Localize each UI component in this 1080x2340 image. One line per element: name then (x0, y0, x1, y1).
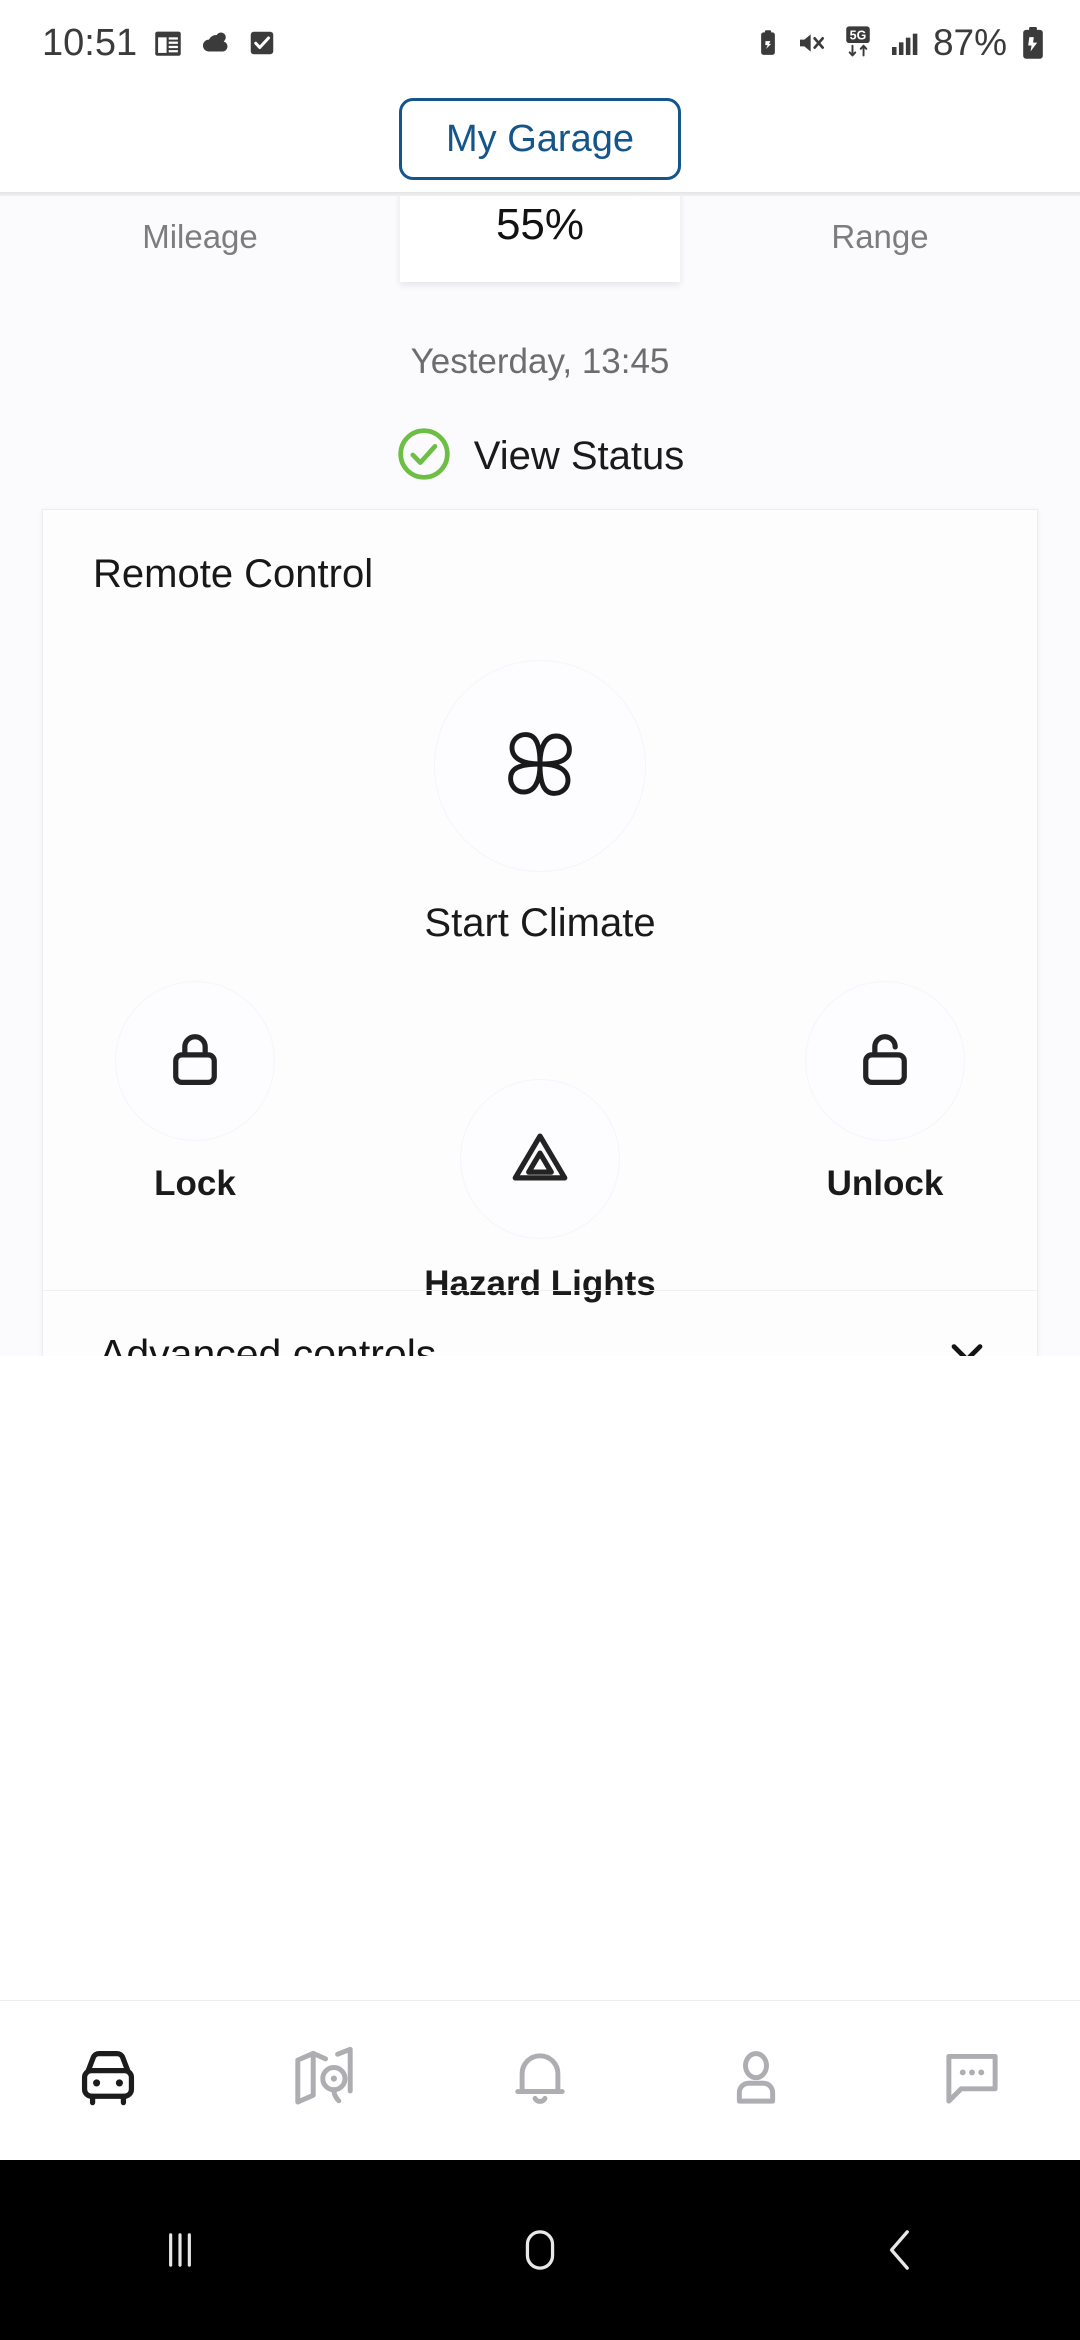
status-bar-left: 10:51 (42, 22, 277, 65)
5g-icon: 5G (841, 25, 875, 61)
chat-bubble-icon (935, 2041, 1009, 2120)
hazard-lights-button[interactable]: Hazard Lights (390, 1080, 690, 1304)
weather-cloud-icon (199, 26, 233, 60)
last-updated-timestamp: Yesterday, 13:45 (410, 342, 670, 381)
stat-battery-card[interactable]: 55% (400, 196, 680, 282)
bottom-navigation (0, 2000, 1080, 2160)
remote-actions-row: Lock Hazard Lights Unlock (43, 982, 1037, 1312)
advanced-controls-row[interactable]: Advanced controls (43, 1290, 1037, 1356)
fan-icon (484, 708, 596, 825)
checkbox-icon (247, 28, 277, 58)
vehicle-stats-row: Mileage 55% Range (0, 196, 1080, 302)
battery-percent-label: 87% (932, 22, 1007, 63)
start-climate-label: Start Climate (424, 901, 656, 945)
view-status-label: View Status (473, 434, 685, 478)
lock-button[interactable]: Lock (65, 982, 325, 1204)
lock-open-icon (852, 1026, 918, 1097)
nav-item-notifications[interactable] (432, 2041, 648, 2120)
hazard-triangle-icon (507, 1124, 573, 1195)
status-bar-clock: 10:51 (42, 21, 138, 64)
battery-percent-value: 55% (495, 200, 585, 249)
lock-label: Lock (154, 1164, 236, 1203)
remote-control-title: Remote Control (93, 552, 374, 596)
unlock-circle (806, 982, 964, 1140)
charging-battery-icon (1020, 26, 1046, 60)
unlock-label: Unlock (826, 1164, 944, 1203)
my-garage-button[interactable]: My Garage (399, 98, 681, 180)
bell-icon (503, 2041, 577, 2120)
check-circle-icon (396, 426, 452, 487)
calendar-icon (151, 26, 185, 60)
map-pin-icon (287, 2041, 361, 2120)
chevron-down-icon[interactable] (941, 1326, 993, 1356)
main-content: Mileage 55% Range Yesterday, 13:45 View … (0, 196, 1080, 1356)
stat-range-label[interactable]: Range (680, 218, 1080, 256)
lock-closed-icon (162, 1026, 228, 1097)
status-bar: 10:51 5G 87% (0, 0, 1080, 86)
status-bar-right: 5G 87% (753, 22, 1046, 64)
nav-item-vehicle[interactable] (0, 2041, 216, 2120)
recents-button[interactable] (0, 2222, 360, 2278)
mute-icon (796, 27, 828, 59)
svg-text:5G: 5G (850, 29, 867, 43)
start-climate-button[interactable]: Start Climate (43, 661, 1037, 946)
lock-circle (116, 982, 274, 1140)
view-status-row[interactable]: View Status (0, 426, 1080, 487)
stat-mileage-label[interactable]: Mileage (0, 218, 400, 256)
advanced-controls-label: Advanced controls (99, 1331, 437, 1356)
car-icon (71, 2041, 145, 2120)
remote-control-card: Remote Control Start Climate Lock Hazard… (42, 509, 1038, 1356)
back-button[interactable] (720, 2221, 1080, 2279)
android-navigation-bar (0, 2160, 1080, 2340)
unlock-button[interactable]: Unlock (755, 982, 1015, 1204)
home-button[interactable] (360, 2221, 720, 2279)
nav-item-profile[interactable] (648, 2041, 864, 2120)
start-climate-circle (435, 661, 645, 871)
person-icon (719, 2041, 793, 2120)
battery-saver-icon (753, 28, 783, 58)
nav-item-map[interactable] (216, 2041, 432, 2120)
hazard-circle (461, 1080, 619, 1238)
signal-bars-icon (888, 27, 920, 59)
app-header: My Garage (0, 86, 1080, 192)
nav-item-messages[interactable] (864, 2041, 1080, 2120)
